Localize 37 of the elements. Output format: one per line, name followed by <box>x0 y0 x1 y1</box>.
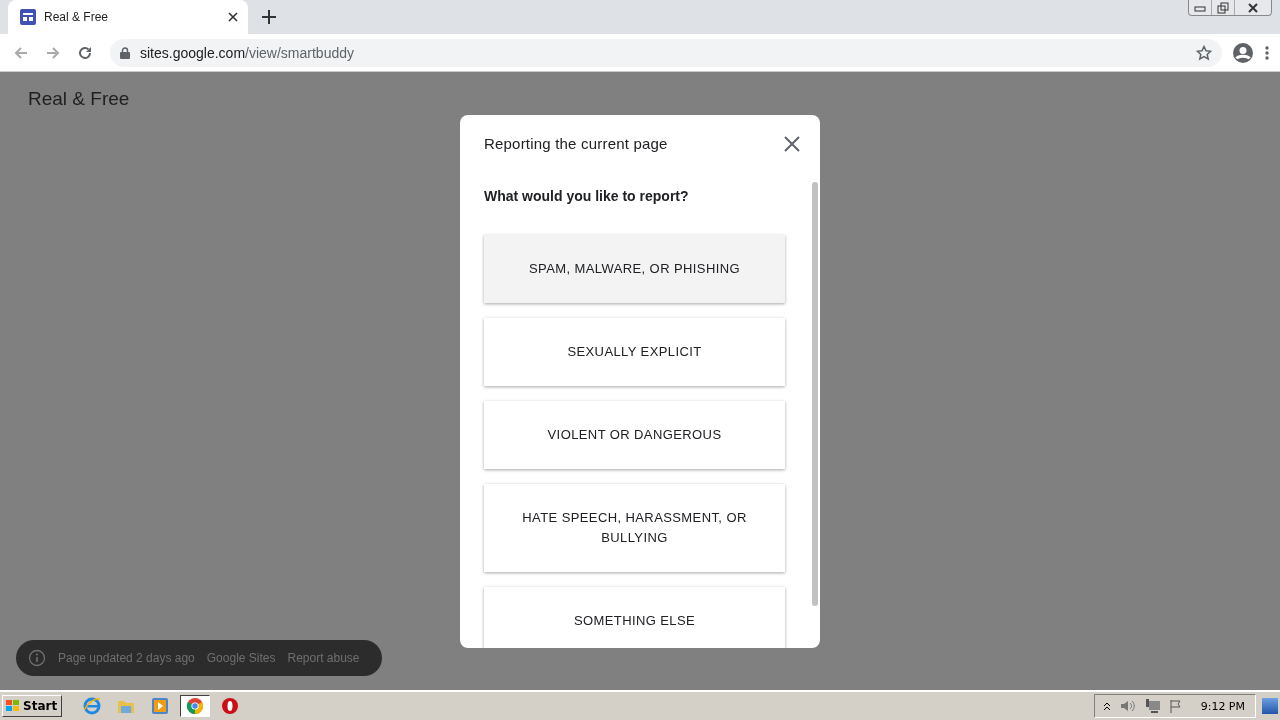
info-icon[interactable] <box>28 649 46 667</box>
report-option-button[interactable]: SOMETHING ELSE <box>484 587 785 648</box>
restore-icon[interactable] <box>1217 1 1229 14</box>
flag-icon[interactable] <box>1168 699 1183 713</box>
report-option-button[interactable]: SPAM, MALWARE, OR PHISHING <box>484 235 785 303</box>
reload-icon[interactable] <box>77 44 93 61</box>
close-icon[interactable] <box>784 135 800 152</box>
chevron-icon[interactable] <box>1102 701 1111 711</box>
report-option-button[interactable]: HATE SPEECH, HARASSMENT, OR BULLYING <box>484 484 785 572</box>
minimize-icon[interactable] <box>1194 3 1206 12</box>
site-title: Real & Free <box>28 88 130 110</box>
star-icon[interactable] <box>1196 44 1212 61</box>
close-tab-icon[interactable] <box>228 12 238 22</box>
opera-icon[interactable] <box>221 697 240 715</box>
report-option-button[interactable]: VIOLENT OR DANGEROUS <box>484 401 785 469</box>
network-icon[interactable] <box>1144 698 1161 714</box>
account-icon[interactable] <box>1232 41 1254 64</box>
chrome-icon[interactable] <box>186 697 205 715</box>
url-text: sites.google.com/view/smartbuddy <box>140 44 355 61</box>
report-option-button[interactable]: SEXUALLY EXPLICIT <box>484 318 785 386</box>
new-tab-icon[interactable] <box>262 10 276 24</box>
clock: 9:12 PM <box>1200 699 1245 713</box>
menu-icon[interactable] <box>1264 44 1270 61</box>
dialog-title: Reporting the current page <box>484 135 668 152</box>
lock-icon <box>120 46 130 59</box>
play-icon[interactable] <box>151 697 170 715</box>
close-icon[interactable] <box>1247 2 1259 13</box>
windows-logo-icon <box>5 699 21 713</box>
scrollbar[interactable] <box>812 182 818 606</box>
start-button[interactable]: Start <box>2 695 63 717</box>
address-bar[interactable]: sites.google.com/view/smartbuddy <box>110 38 1222 67</box>
updated-text: Page updated 2 days ago <box>58 651 195 665</box>
browser-tab[interactable]: Real & Free <box>8 0 248 34</box>
speaker-icon[interactable] <box>1118 699 1137 713</box>
show-desktop-button[interactable] <box>1262 698 1278 714</box>
question-text: What would you like to report? <box>484 188 690 204</box>
site-icon <box>20 9 36 25</box>
